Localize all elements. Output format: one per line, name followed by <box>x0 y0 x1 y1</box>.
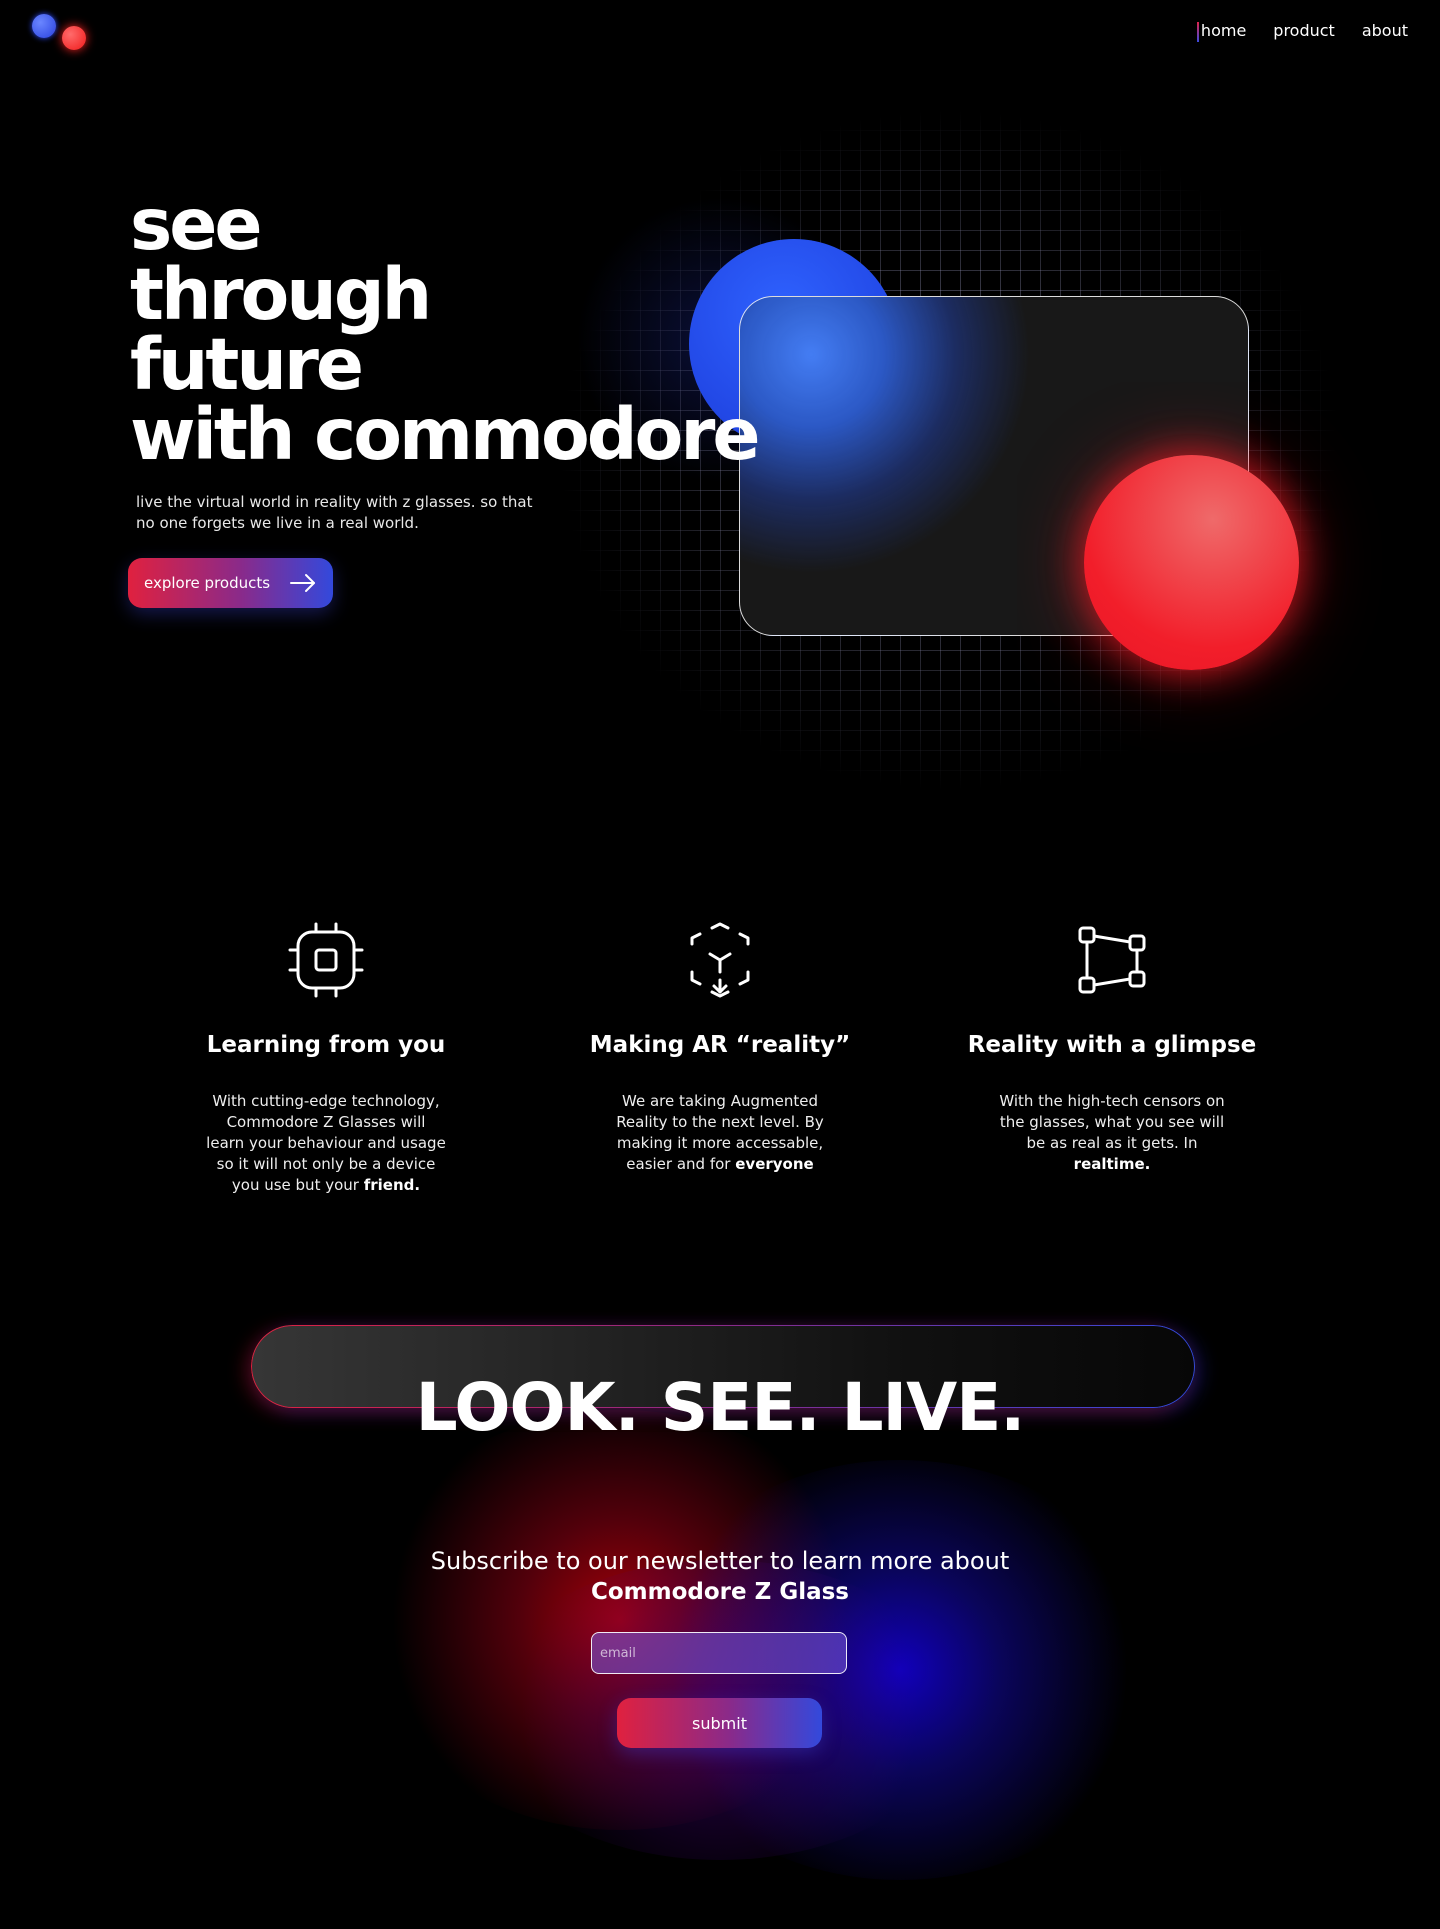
feature-text-emphasis: realtime. <box>1073 1155 1151 1173</box>
logo-red-dot <box>62 26 86 50</box>
main-nav: home product about <box>1196 20 1408 42</box>
chip-icon <box>288 922 364 998</box>
hero-title-line: see <box>130 183 263 266</box>
explore-products-label: explore products <box>144 574 271 592</box>
feature-title: Learning from you <box>206 1032 446 1058</box>
explore-products-button[interactable]: explore products <box>128 558 333 608</box>
hero-subtitle: live the virtual world in reality with z… <box>136 493 533 532</box>
email-field[interactable] <box>591 1632 847 1674</box>
feature-glimpse: Reality with a glimpse With the high-tec… <box>962 920 1262 1175</box>
feature-title: Reality with a glimpse <box>967 1032 1257 1058</box>
feature-learning: Learning from you With cutting-edge tech… <box>176 920 476 1196</box>
feature-text: We are taking Augmented Reality to the n… <box>570 1091 870 1175</box>
hero-title-line: through <box>130 253 432 336</box>
banner-title: LOOK. SEE. LIVE. <box>415 1369 1026 1446</box>
feature-title: Making AR “reality” <box>589 1032 851 1058</box>
nav-home[interactable]: home <box>1196 20 1246 42</box>
feature-text: With cutting-edge technology, Commodore … <box>176 1091 476 1196</box>
feature-ar: Making AR “reality” We are taking Augmen… <box>570 920 870 1175</box>
feature-text-emphasis: everyone <box>735 1155 814 1173</box>
hero-title: see through future with commodore <box>130 183 810 476</box>
nodes-icon <box>1078 926 1146 994</box>
arrow-right-icon <box>289 573 317 593</box>
newsletter-line-1: Subscribe to our newsletter to learn mor… <box>430 1547 1010 1575</box>
feature-text-emphasis: friend. <box>363 1176 421 1194</box>
feature-text-body: With the high-tech censors on the glasse… <box>999 1092 1225 1152</box>
hero-title-line: with commodore <box>130 393 761 476</box>
hero-red-sphere <box>1084 455 1299 670</box>
newsletter-heading: Subscribe to our newsletter to learn mor… <box>0 1546 1440 1608</box>
feature-text: With the high-tech censors on the glasse… <box>962 1091 1262 1175</box>
logo[interactable] <box>32 14 92 54</box>
ar-cube-icon <box>690 922 750 998</box>
newsletter-line-2: Commodore Z Glass <box>591 1579 849 1605</box>
submit-button[interactable]: submit <box>617 1698 822 1748</box>
nav-product[interactable]: product <box>1273 20 1335 42</box>
nav-about[interactable]: about <box>1362 20 1408 42</box>
hero-title-line: future <box>130 323 364 406</box>
logo-blue-dot <box>32 14 56 38</box>
